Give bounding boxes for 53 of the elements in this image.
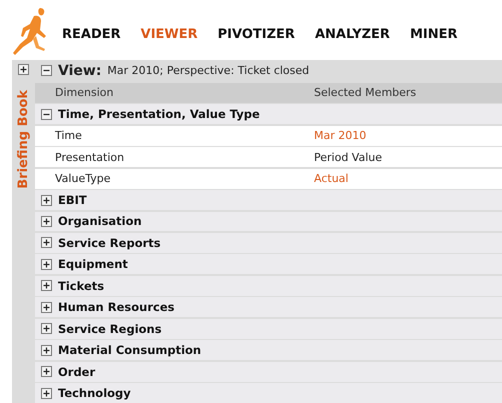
group-label: Service Reports: [58, 236, 161, 250]
member-row[interactable]: Presentation Period Value: [35, 147, 502, 168]
nav-tab[interactable]: READER: [62, 27, 121, 42]
group-label: Equipment: [58, 257, 128, 272]
nav-tab[interactable]: VIEWER: [140, 27, 198, 42]
expander-icon[interactable]: [41, 108, 52, 120]
dimension-cell-text: Time: [54, 129, 83, 142]
expander-icon[interactable]: [41, 216, 52, 227]
dimension-cell-text: Presentation: [54, 150, 126, 164]
expander-icon[interactable]: [41, 344, 52, 356]
group-row[interactable]: Tickets: [35, 276, 502, 296]
expander-icon[interactable]: [41, 280, 52, 292]
expander-icon[interactable]: [41, 323, 52, 334]
nav-tab[interactable]: MINER: [410, 27, 458, 42]
group-row[interactable]: Technology: [35, 383, 502, 403]
view-summary: Mar 2010; Perspective: Ticket closed: [107, 64, 310, 78]
expander-icon[interactable]: [41, 366, 52, 378]
group-label: Organisation: [58, 214, 142, 228]
expander-icon[interactable]: [41, 237, 52, 248]
expander-icon[interactable]: [41, 258, 52, 270]
group-row[interactable]: Time, Presentation, Value Type: [35, 104, 502, 124]
member-value: Mar 2010: [314, 129, 366, 142]
group-row[interactable]: EBIT: [35, 190, 502, 210]
member-value: Actual: [314, 172, 348, 186]
member-row[interactable]: Time Mar 2010: [35, 126, 502, 146]
nav-tab[interactable]: PIVOTIZER: [218, 27, 295, 42]
group-label: Technology: [58, 386, 131, 400]
group-row[interactable]: Service Reports: [35, 233, 502, 253]
member-value: Period Value: [314, 150, 382, 164]
group-label: Tickets: [58, 278, 104, 293]
group-row[interactable]: Material Consumption: [35, 340, 502, 360]
group-label: Human Resources: [58, 300, 174, 314]
group-row[interactable]: Service Regions: [35, 318, 502, 339]
group-label: Time, Presentation, Value Type: [58, 107, 260, 122]
column-header: Dimension: [54, 86, 114, 100]
group-label: Service Regions: [58, 322, 162, 336]
expander-icon[interactable]: [41, 302, 52, 313]
group-row[interactable]: Order: [35, 362, 502, 382]
group-label: Order: [58, 364, 96, 379]
nav-tab[interactable]: ANALYZER: [314, 27, 390, 42]
view-label: View:: [58, 62, 102, 79]
dimension-cell-text: ValueType: [54, 172, 112, 186]
expander-icon[interactable]: [41, 388, 52, 399]
group-row[interactable]: Organisation: [35, 212, 502, 232]
expander-icon[interactable]: [41, 65, 52, 76]
group-label: EBIT: [58, 193, 87, 208]
group-row[interactable]: Human Resources: [35, 297, 502, 318]
expander-icon[interactable]: [18, 64, 29, 75]
group-row[interactable]: Equipment: [35, 254, 502, 274]
expander-icon[interactable]: [41, 194, 52, 206]
member-row[interactable]: ValueType Actual: [35, 168, 502, 189]
column-header: Selected Members: [314, 86, 416, 100]
group-label: Material Consumption: [58, 343, 202, 358]
